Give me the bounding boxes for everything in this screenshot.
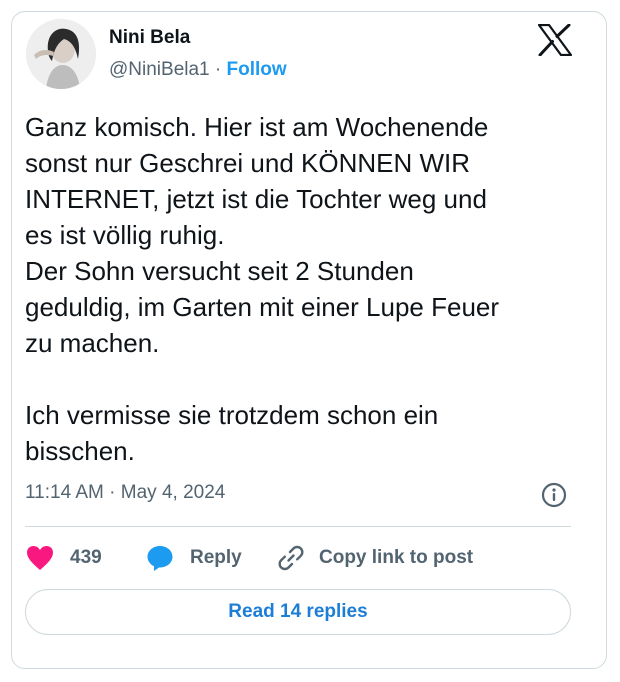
tweet-date: May 4, 2024 <box>120 482 226 503</box>
tweet-time: 11:14 AM <box>25 482 104 503</box>
link-icon <box>278 545 304 571</box>
heart-icon <box>27 546 53 570</box>
info-icon[interactable] <box>541 482 567 508</box>
meta-separator: · <box>109 482 116 503</box>
like-button[interactable]: 439 <box>26 543 102 573</box>
read-replies-label: Read 14 replies <box>228 601 368 622</box>
avatar[interactable] <box>26 19 96 89</box>
author-handle[interactable]: @NiniBela1 <box>109 59 210 80</box>
copy-link-button[interactable]: Copy link to post <box>277 543 473 573</box>
reply-label: Reply <box>190 547 242 568</box>
x-logo-icon[interactable] <box>537 23 573 57</box>
handle-separator: · <box>214 59 222 80</box>
like-count: 439 <box>70 547 102 568</box>
speech-bubble-icon <box>147 546 173 571</box>
read-replies-button[interactable]: Read 14 replies <box>25 589 571 635</box>
divider <box>25 526 571 527</box>
tweet-text: Ganz komisch. Hier ist am Wochenende son… <box>25 112 500 466</box>
reply-button[interactable]: Reply <box>146 543 242 573</box>
avatar-photo <box>26 19 96 89</box>
author-handle-row: @NiniBela1 · Follow <box>109 59 287 81</box>
follow-button[interactable]: Follow <box>227 59 287 80</box>
tweet-timestamp[interactable]: 11:14 AM · May 4, 2024 <box>25 482 225 504</box>
copy-link-label: Copy link to post <box>319 547 474 568</box>
author-name[interactable]: Nini Bela <box>109 27 190 49</box>
